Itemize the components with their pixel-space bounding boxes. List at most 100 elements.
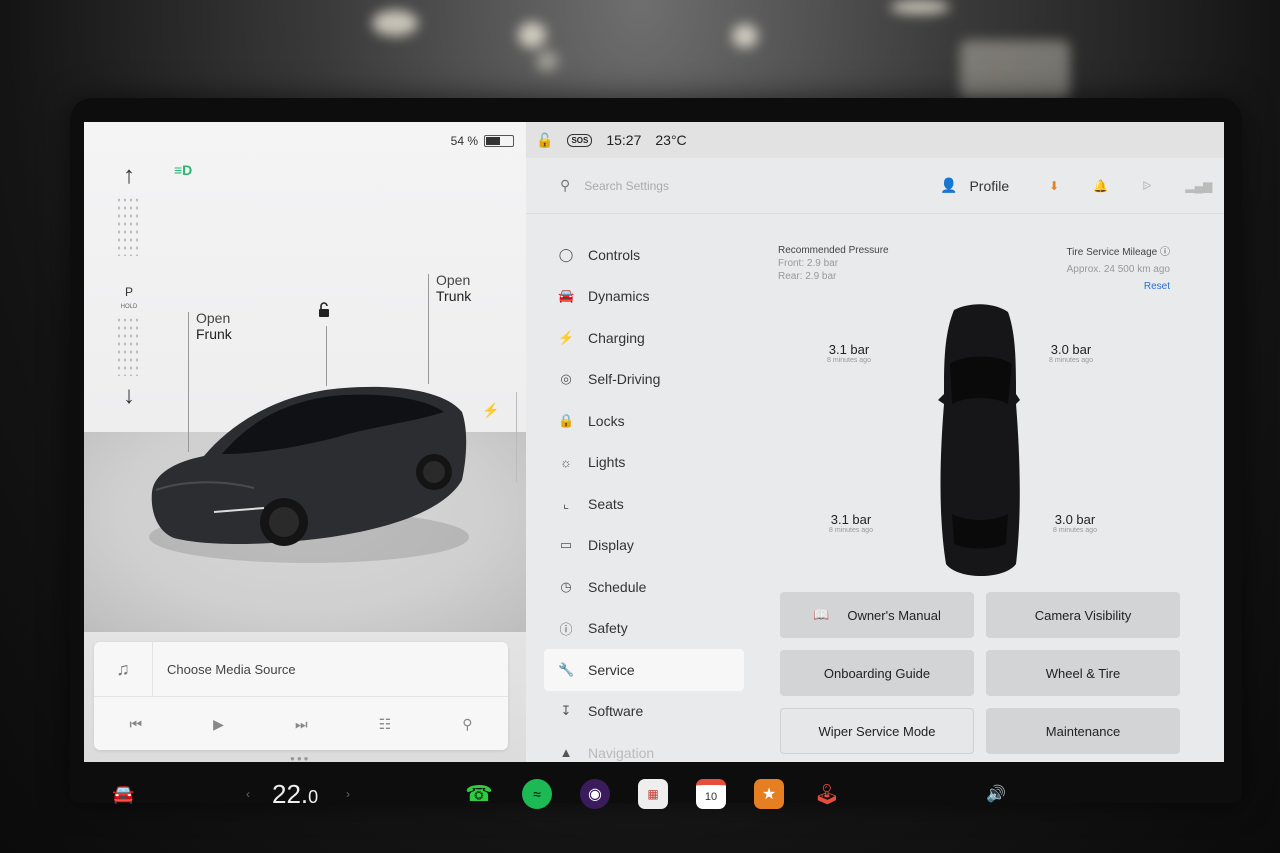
sos-icon[interactable]: SOS (567, 133, 593, 147)
games-icon[interactable]: ★ (754, 779, 784, 809)
nav-item-lights[interactable]: ☼ Lights (544, 442, 744, 484)
choose-media-source[interactable]: Choose Media Source (153, 662, 296, 677)
nav-item-locks[interactable]: 🔒 Locks (544, 400, 744, 442)
person-icon: 👤 (940, 177, 958, 193)
nav-item-dynamics[interactable]: 🚘 Dynamics (544, 276, 744, 318)
wrench-icon: 🔧 (558, 661, 575, 677)
nav-item-label: Safety (588, 620, 628, 637)
profile-label: Profile (969, 177, 1010, 194)
nav-item-navigation[interactable]: ▲ Navigation (544, 732, 744, 762)
joystick-icon[interactable]: 🕹 (812, 779, 842, 809)
toybox-icon[interactable]: ▦ (638, 779, 668, 809)
nav-item-safety[interactable]: ⓘ Safety (544, 608, 744, 650)
onboarding-guide-label: Onboarding Guide (823, 665, 931, 681)
mileage-title: Tire Service Mileage (1066, 247, 1158, 258)
battery-fill (486, 137, 500, 145)
wiper-service-mode-button[interactable]: Wiper Service Mode (780, 708, 974, 754)
cabin-temperature[interactable]: 22.0 (272, 779, 318, 810)
recommended-pressure: Recommended Pressure Front: 2.9 bar Rear… (778, 244, 889, 283)
temp-int: 22. (272, 778, 309, 809)
tire-rear-right: 3.0 bar 8 minutes ago (1040, 512, 1110, 534)
bolt-icon: ⚡ (558, 329, 575, 345)
touchscreen: 54 % ↑ P HOLD ↓ ≡D Open Frunk Open Trunk (84, 122, 1224, 762)
music-note-icon[interactable]: ♫ (94, 642, 153, 696)
nav-item-seats[interactable]: ⌞ Seats (544, 483, 744, 525)
gear-hold: HOLD (120, 304, 138, 310)
search-settings[interactable]: ⚲ Search Settings (526, 177, 940, 194)
bottom-dock: 🚘 ‹ 22.0 › ☎ ≈ ◉ ▦ 10 ★ 🕹 🔊 (84, 768, 1224, 820)
spotify-icon[interactable]: ≈ (522, 779, 552, 809)
nav-item-label: Controls (588, 246, 641, 263)
settings-header: ⚲ Search Settings 👤 Profile ⬇ 🔔 ᐉ ▂▄▆ (526, 158, 1224, 214)
equalizer-icon[interactable]: ☷ (379, 716, 392, 733)
car-icon[interactable]: 🚘 (112, 784, 134, 805)
nav-item-software[interactable]: ↧ Software (544, 691, 744, 733)
phone-icon[interactable]: ☎ (464, 779, 494, 809)
open-frunk-button[interactable]: Open Frunk (196, 310, 232, 342)
battery-indicator: 54 % (451, 134, 514, 148)
download-icon[interactable]: ⬇ (1049, 179, 1059, 193)
clock: 15:27 (606, 132, 642, 148)
nav-item-display[interactable]: ▭ Display (544, 525, 744, 567)
nav-item-controls[interactable]: ◯ Controls (544, 234, 744, 276)
display-icon: ▭ (559, 537, 573, 553)
unlocked-padlock-icon[interactable] (316, 302, 332, 318)
nav-item-service[interactable]: 🔧 Service (544, 649, 744, 691)
status-bar: 🔓 SOS 15:27 23°C (526, 122, 1224, 158)
volume-icon[interactable]: 🔊 (986, 784, 1006, 804)
temp-increase-icon[interactable]: › (346, 787, 350, 801)
gear-park[interactable]: P HOLD (121, 286, 138, 310)
open-frunk-line1: Open (196, 310, 231, 326)
tire-front-left: 3.1 bar 8 minutes ago (814, 342, 884, 364)
tire-time: 8 minutes ago (827, 357, 871, 364)
sun-icon: ☼ (560, 454, 572, 470)
wheel-tire-button[interactable]: Wheel & Tire (986, 650, 1180, 696)
bell-icon[interactable]: 🔔 (1093, 179, 1108, 193)
nav-item-self-driving[interactable]: ◎ Self-Driving (544, 359, 744, 401)
car-panel: 54 % ↑ P HOLD ↓ ≡D Open Frunk Open Trunk (84, 122, 526, 762)
maintenance-button[interactable]: Maintenance (986, 708, 1180, 754)
camera-visibility-button[interactable]: Camera Visibility (986, 592, 1180, 638)
headlight-icon: ≡D (174, 162, 193, 178)
signal-icon: ▂▄▆ (1185, 178, 1213, 193)
tire-time: 8 minutes ago (829, 527, 873, 534)
nav-item-label: Software (588, 703, 644, 720)
nav-item-label: Seats (588, 495, 624, 512)
charge-line (516, 392, 517, 482)
tire-service-mileage: Tire Service Mileage ⓘ Approx. 24 500 km… (1066, 244, 1170, 295)
previous-track-icon[interactable]: ⏮ (130, 716, 143, 733)
profile-button[interactable]: 👤 Profile (940, 177, 1009, 194)
open-trunk-button[interactable]: Open Trunk (436, 272, 471, 304)
reset-link[interactable]: Reset (1066, 278, 1170, 295)
search-media-icon[interactable]: ⚲ (462, 716, 472, 733)
battery-percent: 54 % (450, 134, 478, 148)
info-icon[interactable]: ⓘ (1160, 247, 1170, 258)
lock-icon: 🔒 (558, 412, 575, 428)
calendar-icon[interactable]: 10 (696, 779, 726, 809)
owners-manual-button[interactable]: 📖 Owner's Manual (780, 592, 974, 638)
temp-decrease-icon[interactable]: ‹ (246, 787, 250, 801)
lock-status-icon[interactable]: 🔓 (536, 132, 553, 149)
camera-visibility-label: Camera Visibility (1034, 607, 1132, 623)
calendar-day: 10 (704, 791, 718, 803)
nav-item-label: Dynamics (588, 288, 650, 305)
alert-icon: ⓘ (559, 621, 573, 637)
drive-down-arrow-icon[interactable]: ↓ (123, 382, 135, 410)
gear-selector[interactable]: ↑ P HOLD ↓ (114, 162, 144, 432)
nav-item-schedule[interactable]: ◷ Schedule (544, 566, 744, 608)
next-track-icon[interactable]: ⏭ (295, 716, 308, 733)
service-content: Recommended Pressure Front: 2.9 bar Rear… (764, 232, 1180, 754)
bluetooth-icon[interactable]: ᐉ (1142, 179, 1151, 193)
onboarding-guide-button[interactable]: Onboarding Guide (780, 650, 974, 696)
play-icon[interactable]: ▶ (213, 716, 224, 733)
steering-wheel-icon: ◎ (560, 371, 572, 387)
seat-icon: ⌞ (562, 495, 570, 511)
charge-port-bolt-icon[interactable]: ⚡ (482, 402, 499, 419)
car-icon: 🚘 (558, 288, 575, 304)
camera-app-icon[interactable]: ◉ (580, 779, 610, 809)
drive-up-arrow-icon[interactable]: ↑ (123, 162, 135, 190)
tire-time: 8 minutes ago (1049, 357, 1093, 364)
maintenance-label: Maintenance (1045, 723, 1121, 739)
car-3d-render (149, 386, 469, 563)
nav-item-charging[interactable]: ⚡ Charging (544, 317, 744, 359)
